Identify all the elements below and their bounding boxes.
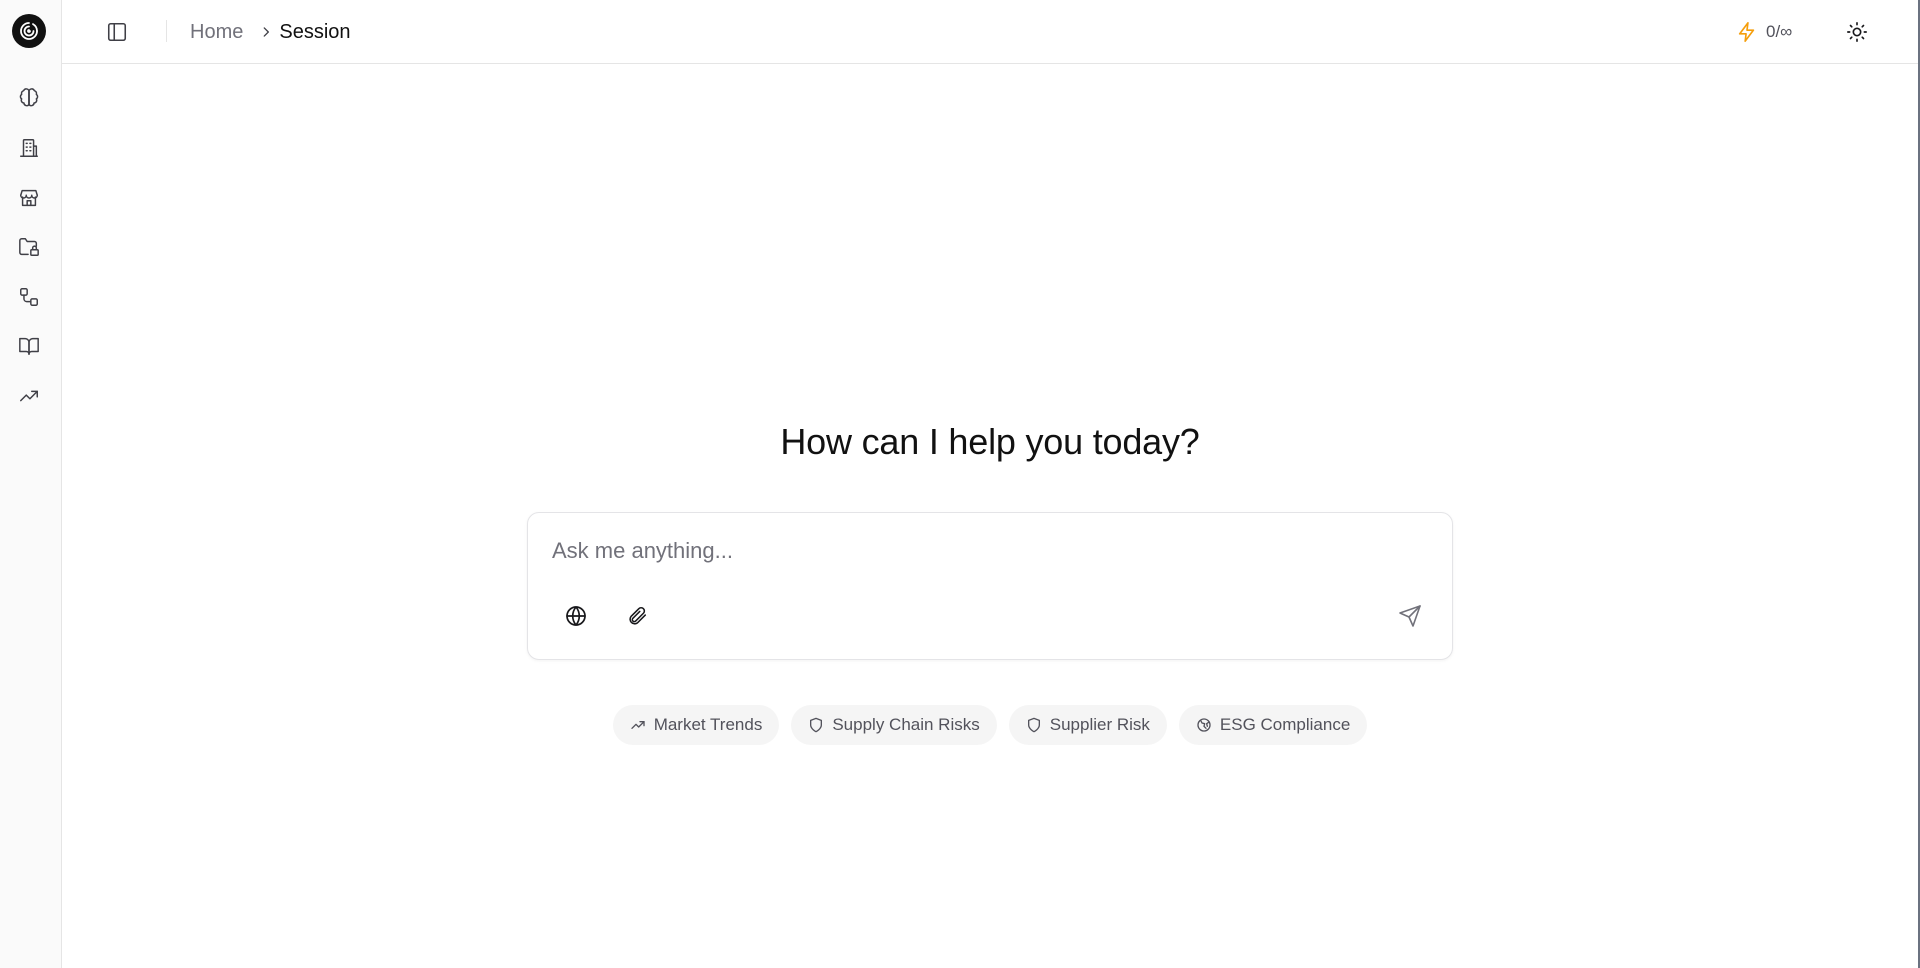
attach-file-button[interactable] — [620, 599, 654, 633]
chevron-right-icon — [259, 25, 273, 39]
nav-item-trends[interactable] — [15, 382, 43, 410]
shield-icon — [810, 717, 823, 733]
trending-up-icon — [631, 721, 645, 729]
send-button[interactable] — [1393, 599, 1427, 633]
suggestion-supply-chain-risks[interactable]: Supply Chain Risks — [791, 705, 997, 745]
lightning-icon — [1736, 21, 1758, 43]
suggestion-label: Market Trends — [653, 715, 763, 734]
suggestion-label: ESG Compliance — [1219, 715, 1351, 734]
breadcrumb: Home Session — [190, 18, 351, 46]
suggestion-chips: Market Trends Supply Chain Risks Supplie… — [62, 705, 1918, 745]
suggestion-label: Supply Chain Risks — [832, 715, 980, 734]
web-search-button[interactable] — [559, 599, 593, 633]
globe-icon — [566, 606, 586, 626]
nav-item-folder-lock[interactable] — [15, 233, 43, 261]
nav-rail — [0, 0, 62, 968]
app-root: Home Session 0/∞ How can I help you toda… — [0, 0, 1920, 968]
trending-up-icon — [20, 390, 38, 402]
store-icon — [20, 189, 38, 207]
suggestion-market-trends[interactable]: Market Trends — [612, 705, 780, 745]
sidebar-toggle-button[interactable] — [103, 18, 131, 46]
send-icon — [1399, 605, 1421, 627]
nav-item-store[interactable] — [15, 184, 43, 212]
panel-left-icon — [107, 22, 127, 42]
breadcrumb-home-link[interactable]: Home — [190, 21, 243, 44]
book-open-icon — [19, 337, 39, 355]
building-icon — [20, 139, 38, 157]
theme-toggle-button[interactable] — [1842, 17, 1872, 47]
suggestion-esg-compliance[interactable]: ESG Compliance — [1178, 705, 1368, 745]
suggestion-label: Supplier Risk — [1049, 715, 1150, 734]
breadcrumb-current: Session — [279, 20, 351, 43]
spiral-logo-icon — [20, 22, 38, 40]
usage-counter: 0/∞ — [1736, 18, 1792, 46]
nav-item-brain[interactable] — [15, 84, 43, 112]
folder-lock-icon — [19, 238, 39, 256]
usage-value: 0/∞ — [1766, 22, 1793, 41]
nav-item-workflow[interactable] — [15, 283, 43, 311]
paperclip-icon — [629, 606, 647, 625]
suggestion-supplier-risk[interactable]: Supplier Risk — [1008, 705, 1167, 745]
nav-item-building[interactable] — [15, 134, 43, 162]
page-greeting: How can I help you today? — [780, 421, 1200, 462]
brain-icon — [19, 88, 39, 107]
nav-item-book[interactable] — [15, 332, 43, 360]
chat-input[interactable] — [550, 531, 1410, 571]
globe-leaf-icon — [1197, 718, 1211, 732]
header-divider — [166, 20, 167, 42]
top-header: Home Session 0/∞ — [62, 0, 1918, 64]
chat-composer — [527, 512, 1453, 660]
sun-icon — [1847, 22, 1867, 42]
shield-icon — [1027, 717, 1040, 733]
app-logo[interactable] — [12, 14, 46, 48]
workflow-icon — [20, 288, 38, 306]
